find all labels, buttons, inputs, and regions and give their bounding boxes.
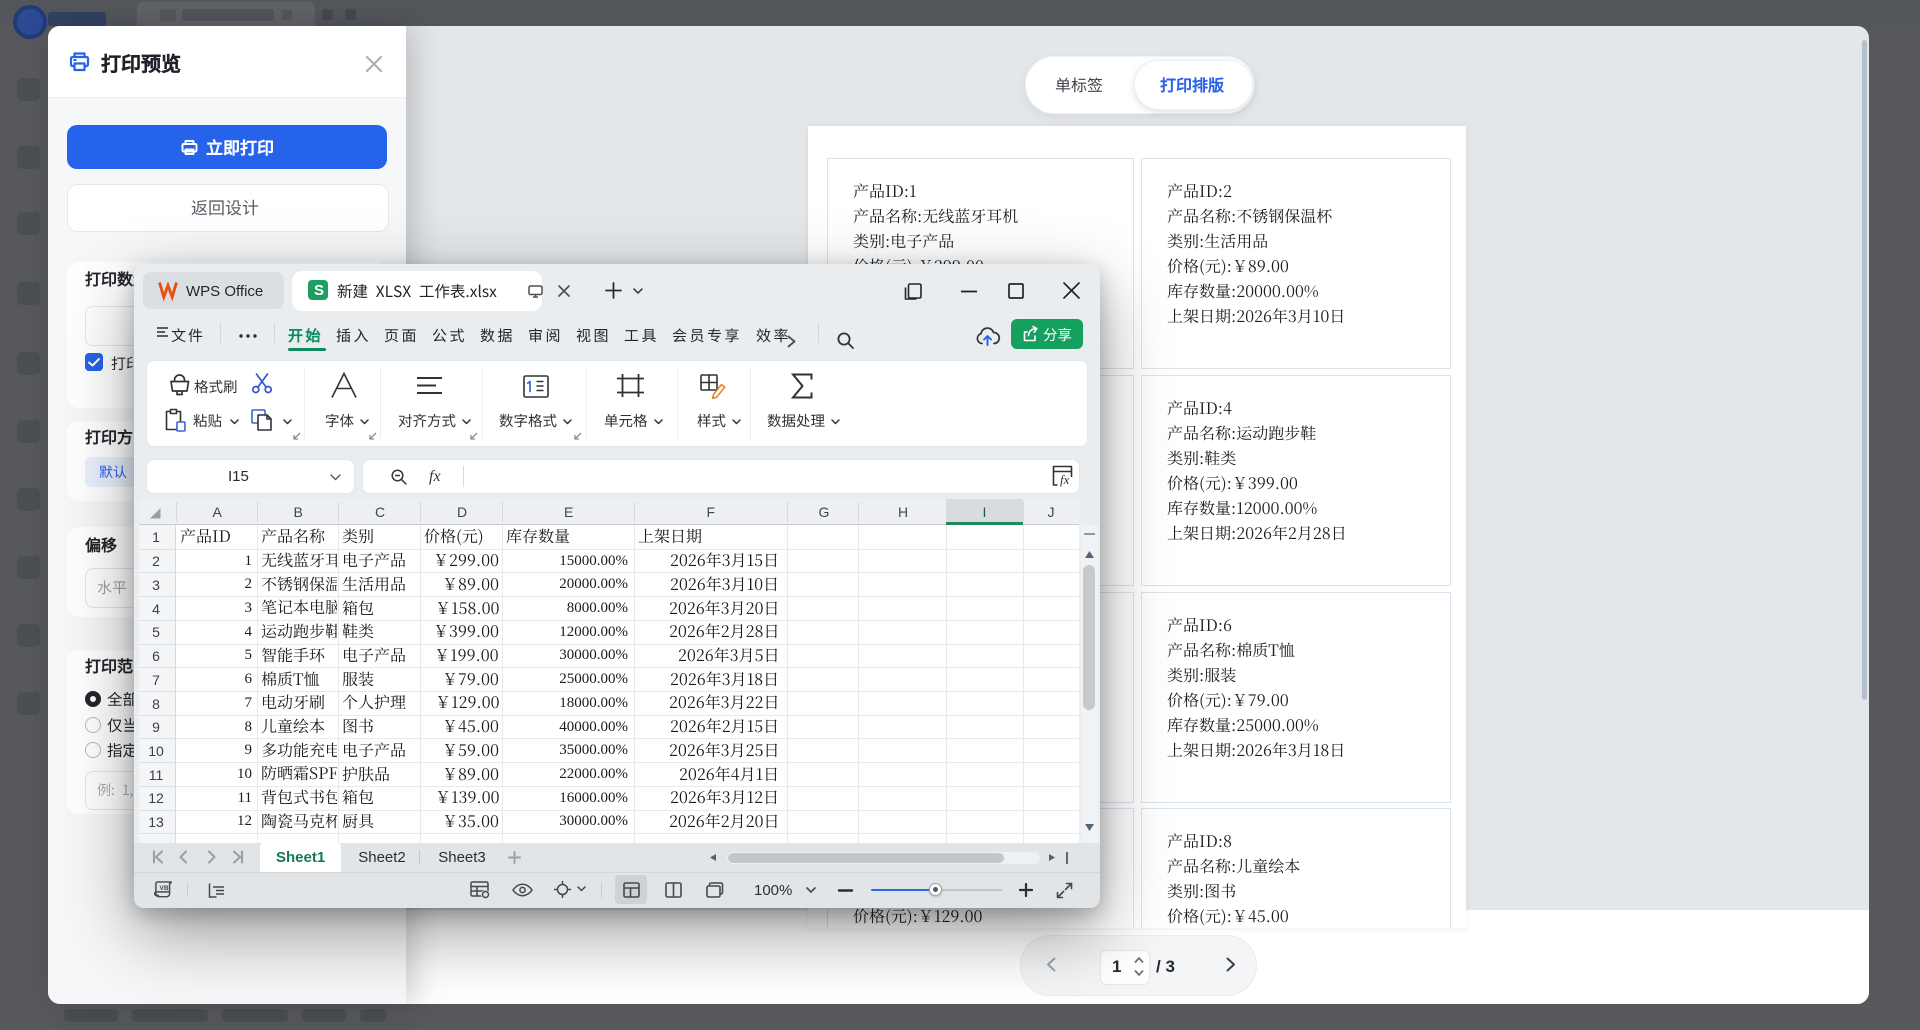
svg-text:fx: fx <box>1060 472 1070 487</box>
svg-text:VB: VB <box>160 885 169 892</box>
